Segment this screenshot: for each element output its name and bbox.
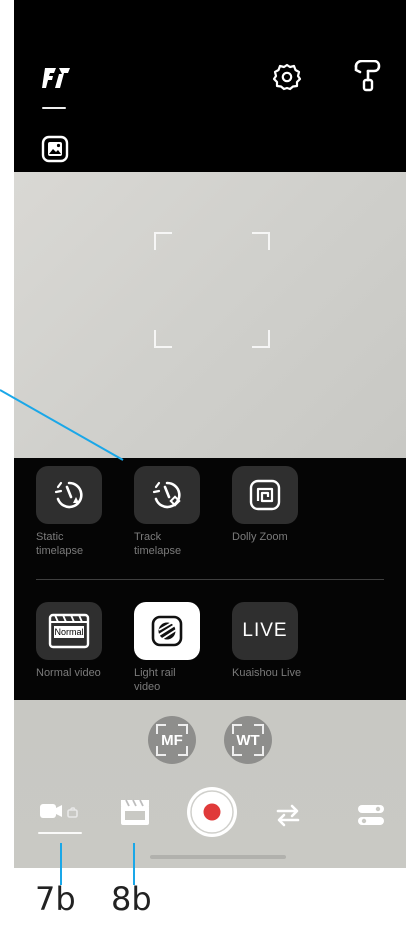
annotation-7b: 7b	[35, 880, 76, 918]
mode-light-rail-video[interactable]: Light rail video	[134, 602, 224, 694]
mode-label: Normal video	[36, 667, 101, 679]
live-badge: LIVE	[242, 620, 288, 641]
clapperboard-icon[interactable]	[118, 798, 152, 833]
mode-kuaishou-live[interactable]: LIVE Kuaishou Live	[232, 602, 322, 680]
home-indicator[interactable]	[150, 855, 286, 859]
mode-label: Light rail video	[134, 667, 176, 693]
dolly-zoom-icon	[232, 466, 298, 524]
focus-frame	[154, 232, 270, 348]
annotation-8b: 8b	[111, 880, 152, 918]
mode-label: Static timelapse	[36, 531, 84, 557]
phone-screen: Static timelapse Track timelapse Dolly Z…	[14, 0, 406, 868]
static-timelapse-icon	[36, 466, 102, 524]
mode-label: Track timelapse	[134, 531, 182, 557]
video-mode-indicator	[38, 832, 82, 834]
flip-camera-icon[interactable]	[274, 802, 302, 833]
top-bar	[14, 0, 406, 172]
shooting-mode-panel: Static timelapse Track timelapse Dolly Z…	[14, 458, 406, 700]
kuaishou-live-icon: LIVE	[232, 602, 298, 660]
camera-viewfinder[interactable]	[14, 172, 406, 458]
mode-static-timelapse[interactable]: Static timelapse	[36, 466, 126, 558]
mode-divider	[36, 579, 384, 580]
mode-dolly-zoom[interactable]: Dolly Zoom	[232, 466, 322, 544]
mode-track-timelapse[interactable]: Track timelapse	[134, 466, 224, 558]
feiyu-logo-icon[interactable]	[42, 64, 72, 92]
gimbal-icon[interactable]	[352, 59, 382, 92]
mode-label: Kuaishou Live	[232, 667, 302, 679]
brand-underline	[42, 107, 66, 109]
record-button[interactable]	[184, 784, 240, 845]
gallery-icon[interactable]	[40, 134, 70, 164]
normal-video-icon: Normal	[36, 602, 102, 660]
mode-label: Dolly Zoom	[232, 531, 288, 543]
settings-gear-icon[interactable]	[272, 62, 302, 92]
wide-tele-button[interactable]: WT	[224, 716, 272, 764]
bottom-toolbar	[14, 787, 406, 848]
mode-normal-video[interactable]: Normal Normal video	[36, 602, 126, 680]
toggle-settings-icon[interactable]	[356, 802, 386, 833]
bottom-controls: MF WT	[14, 700, 406, 868]
track-timelapse-icon	[134, 466, 200, 524]
manual-focus-button[interactable]: MF	[148, 716, 196, 764]
video-camera-icon[interactable]	[38, 798, 82, 833]
light-rail-video-icon	[134, 602, 200, 660]
normal-badge: Normal	[54, 627, 84, 637]
